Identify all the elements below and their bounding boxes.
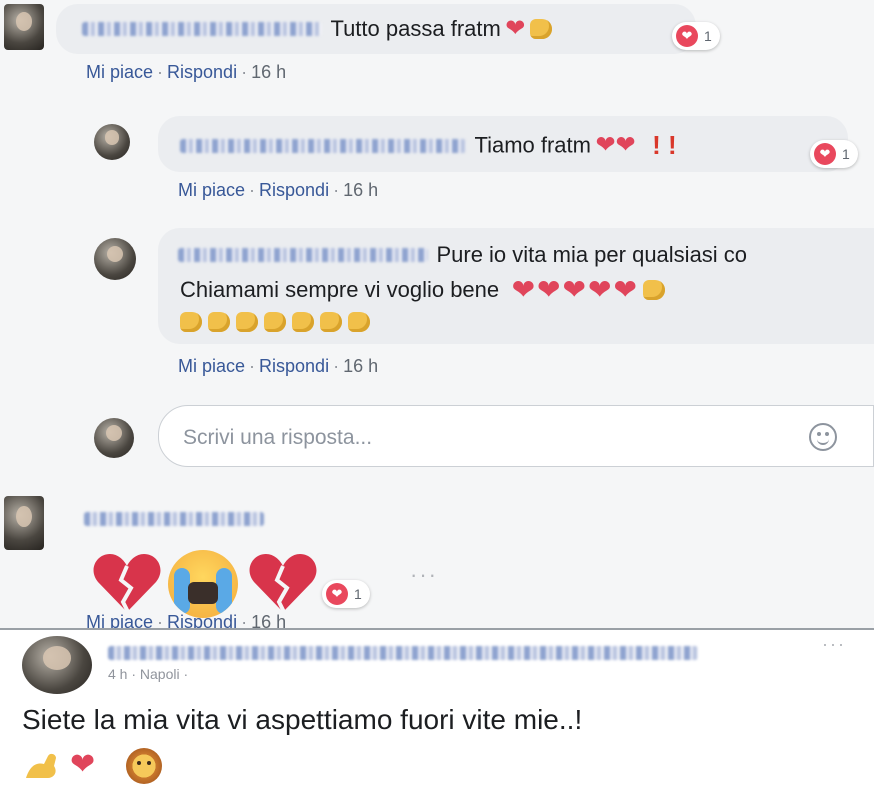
- timestamp[interactable]: 16 h: [343, 356, 378, 376]
- broken-heart-icon: [93, 554, 161, 613]
- reaction-count: 1: [842, 146, 850, 162]
- reply-text: Tiamo fratm: [474, 132, 591, 158]
- reaction-summary[interactable]: ❤ 1: [322, 580, 370, 608]
- crying-face-icon: [168, 550, 238, 618]
- heart-emoji: ❤❤: [595, 131, 636, 159]
- separator: ·: [241, 62, 248, 82]
- like-link[interactable]: Mi piace: [178, 356, 245, 376]
- post-author-name[interactable]: [108, 646, 698, 660]
- reply-body: Tiamo fratm ❤❤ ! !: [180, 130, 689, 161]
- smiley-icon[interactable]: [809, 423, 837, 451]
- exclamation-emoji: ! !: [652, 130, 677, 160]
- pointing-hand-icon: [236, 312, 258, 332]
- reply-box: [158, 405, 874, 467]
- reply-avatar[interactable]: [94, 238, 136, 280]
- heart-emoji: ❤: [505, 15, 526, 42]
- reply-author-name[interactable]: [180, 138, 466, 153]
- reply-text-line2: Chiamami sempre vi voglio bene: [180, 277, 500, 302]
- screenshot: Tutto passa fratm ❤ ❤ 1 Mi piace · Rispond…: [0, 0, 874, 793]
- reaction-count: 1: [704, 28, 712, 44]
- heart-emoji: ❤: [70, 748, 96, 781]
- current-user-avatar: [94, 418, 134, 458]
- post-text: Siete la mia vita vi aspettiamo fuori vi…: [22, 704, 583, 735]
- pointing-hand-icon: [529, 19, 552, 39]
- reply-body-line1: Pure io vita mia per qualsiasi co: [178, 242, 747, 268]
- commenter-avatar[interactable]: [4, 4, 44, 50]
- reply-link[interactable]: Rispondi: [259, 356, 329, 376]
- reply-author-name[interactable]: [178, 248, 428, 262]
- love-reaction-icon: ❤: [326, 583, 348, 605]
- comment-bubble: Tutto passa fratm ❤: [56, 4, 696, 54]
- lion-face-icon: [126, 748, 162, 784]
- separator: ·: [333, 356, 340, 376]
- reply-body-line2: Chiamami sempre vi voglio bene ❤❤❤❤❤: [180, 276, 671, 304]
- post-meta: 4 h · Napoli ·: [108, 666, 189, 682]
- reaction-summary[interactable]: ❤ 1: [672, 22, 720, 50]
- separator: ·: [249, 180, 256, 200]
- comment-body: Tutto passa fratm ❤: [82, 16, 558, 42]
- pointing-hand-icon: [643, 280, 666, 300]
- love-reaction-icon: ❤: [814, 143, 836, 165]
- broken-heart-icon: [249, 554, 317, 613]
- pointing-hand-icon: [292, 312, 314, 332]
- reply-link[interactable]: Rispondi: [259, 180, 329, 200]
- flexed-arm-icon: [26, 753, 56, 778]
- timestamp[interactable]: 16 h: [343, 180, 378, 200]
- reply-avatar[interactable]: [94, 124, 130, 160]
- reply-actions: Mi piace · Rispondi · 16 h: [178, 180, 378, 201]
- comment-text: Tutto passa fratm: [330, 16, 501, 41]
- pointing-hand-icon: [264, 312, 286, 332]
- separator: ·: [249, 356, 256, 376]
- reply-bubble: Tiamo fratm ❤❤ ! !: [158, 116, 848, 172]
- comments-section: Tutto passa fratm ❤ ❤ 1 Mi piace · Rispond…: [0, 0, 874, 632]
- reaction-count: 1: [354, 586, 362, 602]
- like-link[interactable]: Mi piace: [178, 180, 245, 200]
- post-author-avatar[interactable]: [22, 636, 92, 694]
- reply-link[interactable]: Rispondi: [167, 62, 237, 82]
- reply-bubble: Pure io vita mia per qualsiasi co Chiama…: [158, 228, 874, 344]
- separator: ·: [157, 62, 164, 82]
- reply-input[interactable]: [181, 420, 745, 456]
- reply-text-line1: Pure io vita mia per qualsiasi co: [436, 242, 748, 267]
- pointing-hand-icon: [180, 312, 202, 332]
- comment-actions: Mi piace · Rispondi · 16 h: [86, 62, 286, 83]
- more-options-icon[interactable]: ···: [410, 562, 438, 588]
- pointing-hand-icon: [208, 312, 230, 332]
- like-link[interactable]: Mi piace: [86, 62, 153, 82]
- commenter-avatar[interactable]: [4, 496, 44, 550]
- hearts-emoji: ❤❤❤❤❤: [511, 274, 639, 305]
- pointing-hand-icon: [348, 312, 370, 332]
- pointing-hands-row: [180, 312, 376, 332]
- post-options-icon[interactable]: ···: [822, 634, 846, 655]
- commenter-name[interactable]: [82, 22, 322, 36]
- separator: ·: [333, 180, 340, 200]
- love-reaction-icon: ❤: [676, 25, 698, 47]
- commenter-name[interactable]: [84, 512, 264, 526]
- reply-actions: Mi piace · Rispondi · 16 h: [178, 356, 378, 377]
- reaction-summary[interactable]: ❤ 1: [810, 140, 858, 168]
- pointing-hand-icon: [320, 312, 342, 332]
- timestamp[interactable]: 16 h: [251, 62, 286, 82]
